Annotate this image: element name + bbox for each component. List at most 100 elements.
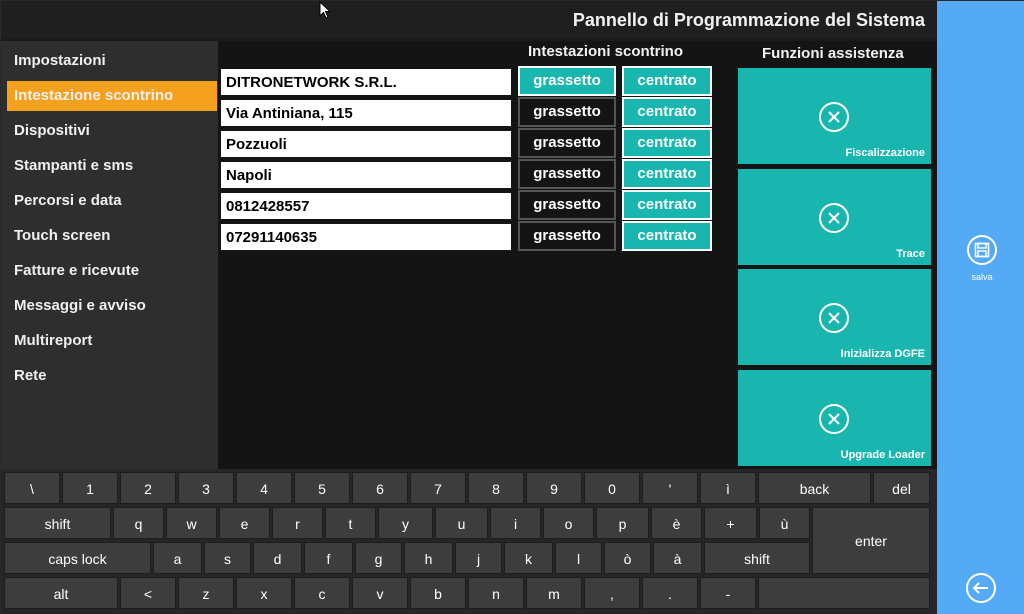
inizializza-dgfe-tile[interactable]: Inizializza DGFE [738, 269, 931, 365]
key-o[interactable]: o [543, 507, 594, 539]
key-comma[interactable]: , [584, 577, 640, 609]
save-button[interactable]: salva [965, 234, 999, 282]
key-1[interactable]: 1 [62, 472, 118, 504]
receipt-line-5-bold-button[interactable]: grassetto [518, 190, 616, 220]
service-functions-title: Funzioni assistenza [762, 45, 904, 62]
key-o-grave[interactable]: ò [604, 542, 651, 574]
receipt-header-panel: Intestazioni scontrino grassetto centrat… [218, 41, 736, 469]
key-r[interactable]: r [272, 507, 323, 539]
key-x[interactable]: x [236, 577, 292, 609]
receipt-line-4-center-button[interactable]: centrato [622, 159, 712, 189]
menu-item-multireport[interactable]: Multireport [7, 326, 217, 356]
key-5[interactable]: 5 [294, 472, 350, 504]
key-c[interactable]: c [294, 577, 350, 609]
receipt-line-2-center-button[interactable]: centrato [622, 97, 712, 127]
key-z[interactable]: z [178, 577, 234, 609]
receipt-line-2-input[interactable] [221, 100, 511, 126]
key-backslash[interactable]: \ [4, 472, 60, 504]
key-p[interactable]: p [596, 507, 649, 539]
menu-item-fatture-e-ricevute[interactable]: Fatture e ricevute [7, 256, 217, 286]
key-4[interactable]: 4 [236, 472, 292, 504]
receipt-line-3-center-button[interactable]: centrato [622, 128, 712, 158]
receipt-line-6-center-button[interactable]: centrato [622, 221, 712, 251]
key-d[interactable]: d [253, 542, 302, 574]
receipt-line-4-input[interactable] [221, 162, 511, 188]
receipt-line-6-input[interactable] [221, 224, 511, 250]
upgrade-loader-tile[interactable]: Upgrade Loader [738, 370, 931, 466]
menu-item-dispositivi[interactable]: Dispositivi [7, 116, 217, 146]
menu-item-percorsi-e-data[interactable]: Percorsi e data [7, 186, 217, 216]
close-circle-icon [819, 404, 849, 434]
receipt-line-5-input[interactable] [221, 193, 511, 219]
menu-item-rete[interactable]: Rete [7, 361, 217, 391]
key-y[interactable]: y [378, 507, 433, 539]
key-apostrophe[interactable]: ' [642, 472, 698, 504]
key-i-grave[interactable]: ì [700, 472, 756, 504]
key-enter[interactable]: enter [812, 507, 930, 574]
key-u-grave[interactable]: ù [759, 507, 810, 539]
key-g[interactable]: g [355, 542, 402, 574]
close-circle-icon [819, 303, 849, 333]
tile-label: Fiscalizzazione [845, 147, 925, 159]
receipt-line-5-center-button[interactable]: centrato [622, 190, 712, 220]
programming-panel-window: Pannello di Programmazione del Sistema I… [0, 0, 1024, 614]
fiscalizzazione-tile[interactable]: Fiscalizzazione [738, 68, 931, 164]
back-arrow-icon[interactable] [965, 572, 997, 604]
key-plus[interactable]: + [704, 507, 757, 539]
receipt-line-6-bold-button[interactable]: grassetto [518, 221, 616, 251]
receipt-line-4-bold-button[interactable]: grassetto [518, 159, 616, 189]
key-b[interactable]: b [410, 577, 466, 609]
key-a-grave[interactable]: à [653, 542, 702, 574]
menu-item-stampanti-e-sms[interactable]: Stampanti e sms [7, 151, 217, 181]
key-shift-right[interactable]: shift [704, 542, 810, 574]
key-h[interactable]: h [404, 542, 453, 574]
key-q[interactable]: q [113, 507, 164, 539]
key-e[interactable]: e [219, 507, 270, 539]
key-alt[interactable]: alt [4, 577, 118, 609]
key-space[interactable] [758, 577, 930, 609]
key-6[interactable]: 6 [352, 472, 408, 504]
key-j[interactable]: j [455, 542, 502, 574]
header-bar: Pannello di Programmazione del Sistema [1, 1, 937, 39]
receipt-line-1-center-button[interactable]: centrato [622, 66, 712, 96]
receipt-line-1-bold-button[interactable]: grassetto [518, 66, 616, 96]
receipt-line-3-bold-button[interactable]: grassetto [518, 128, 616, 158]
key-0[interactable]: 0 [584, 472, 640, 504]
key-t[interactable]: t [325, 507, 376, 539]
key-3[interactable]: 3 [178, 472, 234, 504]
page-title: Pannello di Programmazione del Sistema [572, 10, 925, 30]
key-backspace[interactable]: back [758, 472, 871, 504]
key-period[interactable]: . [642, 577, 698, 609]
key-shift-left[interactable]: shift [4, 507, 111, 539]
menu-item-impostazioni[interactable]: Impostazioni [7, 46, 217, 76]
receipt-line-3-input[interactable] [221, 131, 511, 157]
key-n[interactable]: n [468, 577, 524, 609]
key-8[interactable]: 8 [468, 472, 524, 504]
save-icon [967, 235, 997, 265]
key-caps-lock[interactable]: caps lock [4, 542, 151, 574]
receipt-line-2-bold-button[interactable]: grassetto [518, 97, 616, 127]
key-f[interactable]: f [304, 542, 353, 574]
menu-item-messaggi-e-avviso[interactable]: Messaggi e avviso [7, 291, 217, 321]
key-i[interactable]: i [490, 507, 541, 539]
key-v[interactable]: v [352, 577, 408, 609]
key-delete[interactable]: del [873, 472, 930, 504]
key-7[interactable]: 7 [410, 472, 466, 504]
receipt-line-1-input[interactable] [221, 69, 511, 95]
trace-tile[interactable]: Trace [738, 169, 931, 265]
key-minus[interactable]: - [700, 577, 756, 609]
key-9[interactable]: 9 [526, 472, 582, 504]
key-a[interactable]: a [153, 542, 202, 574]
key-k[interactable]: k [504, 542, 553, 574]
key-w[interactable]: w [166, 507, 217, 539]
key-s[interactable]: s [204, 542, 251, 574]
key-less-than[interactable]: < [120, 577, 176, 609]
key-2[interactable]: 2 [120, 472, 176, 504]
key-e-grave[interactable]: è [651, 507, 702, 539]
menu-item-touch-screen[interactable]: Touch screen [7, 221, 217, 251]
key-m[interactable]: m [526, 577, 582, 609]
key-u[interactable]: u [435, 507, 488, 539]
key-l[interactable]: l [555, 542, 602, 574]
close-circle-icon [819, 102, 849, 132]
menu-item-intestazione-scontrino[interactable]: Intestazione scontrino [7, 81, 217, 111]
